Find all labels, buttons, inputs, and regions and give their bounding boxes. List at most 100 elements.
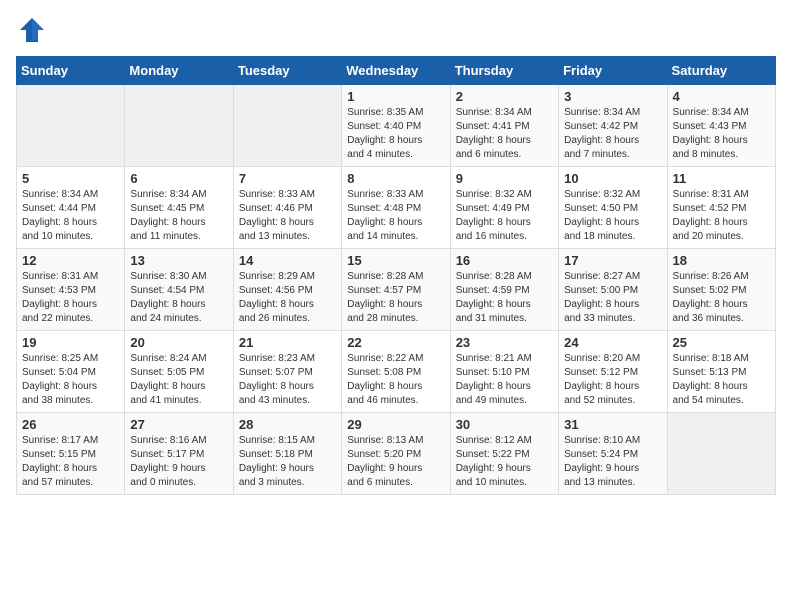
day-info: Sunrise: 8:23 AM Sunset: 5:07 PM Dayligh…: [239, 352, 336, 408]
day-number: 10: [564, 171, 661, 186]
calendar-cell: 3 Sunrise: 8:34 AM Sunset: 4:42 PM Daylig…: [559, 85, 667, 167]
calendar-cell: [667, 413, 775, 495]
calendar-cell: 15 Sunrise: 8:28 AM Sunset: 4:57 PM Dayli…: [342, 249, 450, 331]
calendar-cell: 25 Sunrise: 8:18 AM Sunset: 5:13 PM Dayli…: [667, 331, 775, 413]
day-number: 24: [564, 335, 661, 350]
logo: [16, 16, 46, 44]
calendar-cell: 18 Sunrise: 8:26 AM Sunset: 5:02 PM Dayli…: [667, 249, 775, 331]
calendar-cell: [17, 85, 125, 167]
day-number: 7: [239, 171, 336, 186]
day-info: Sunrise: 8:35 AM Sunset: 4:40 PM Dayligh…: [347, 106, 444, 162]
day-header-monday: Monday: [125, 57, 233, 85]
day-number: 19: [22, 335, 119, 350]
day-info: Sunrise: 8:33 AM Sunset: 4:46 PM Dayligh…: [239, 188, 336, 244]
calendar-cell: 23 Sunrise: 8:21 AM Sunset: 5:10 PM Dayli…: [450, 331, 558, 413]
day-info: Sunrise: 8:16 AM Sunset: 5:17 PM Dayligh…: [130, 434, 227, 490]
day-number: 9: [456, 171, 553, 186]
day-info: Sunrise: 8:21 AM Sunset: 5:10 PM Dayligh…: [456, 352, 553, 408]
day-number: 25: [673, 335, 770, 350]
day-info: Sunrise: 8:34 AM Sunset: 4:44 PM Dayligh…: [22, 188, 119, 244]
day-number: 26: [22, 417, 119, 432]
calendar-cell: 17 Sunrise: 8:27 AM Sunset: 5:00 PM Dayli…: [559, 249, 667, 331]
calendar-week-row: 5 Sunrise: 8:34 AM Sunset: 4:44 PM Daylig…: [17, 167, 776, 249]
calendar-cell: 10Sunrise: 8:32 AM Sunset: 4:50 PM Dayli…: [559, 167, 667, 249]
day-number: 14: [239, 253, 336, 268]
day-info: Sunrise: 8:31 AM Sunset: 4:52 PM Dayligh…: [673, 188, 770, 244]
day-number: 28: [239, 417, 336, 432]
day-info: Sunrise: 8:25 AM Sunset: 5:04 PM Dayligh…: [22, 352, 119, 408]
day-number: 23: [456, 335, 553, 350]
page-header: [16, 16, 776, 44]
day-header-friday: Friday: [559, 57, 667, 85]
calendar-cell: 24Sunrise: 8:20 AM Sunset: 5:12 PM Dayli…: [559, 331, 667, 413]
day-number: 2: [456, 89, 553, 104]
calendar-cell: 31 Sunrise: 8:10 AM Sunset: 5:24 PM Dayli…: [559, 413, 667, 495]
calendar-week-row: 19 Sunrise: 8:25 AM Sunset: 5:04 PM Dayli…: [17, 331, 776, 413]
day-info: Sunrise: 8:22 AM Sunset: 5:08 PM Dayligh…: [347, 352, 444, 408]
day-number: 18: [673, 253, 770, 268]
calendar-cell: 12Sunrise: 8:31 AM Sunset: 4:53 PM Dayli…: [17, 249, 125, 331]
day-number: 11: [673, 171, 770, 186]
day-info: Sunrise: 8:34 AM Sunset: 4:42 PM Dayligh…: [564, 106, 661, 162]
day-info: Sunrise: 8:13 AM Sunset: 5:20 PM Dayligh…: [347, 434, 444, 490]
day-info: Sunrise: 8:12 AM Sunset: 5:22 PM Dayligh…: [456, 434, 553, 490]
calendar-cell: 26 Sunrise: 8:17 AM Sunset: 5:15 PM Dayli…: [17, 413, 125, 495]
day-number: 27: [130, 417, 227, 432]
calendar-cell: 1 Sunrise: 8:35 AM Sunset: 4:40 PM Daylig…: [342, 85, 450, 167]
day-number: 6: [130, 171, 227, 186]
day-number: 20: [130, 335, 227, 350]
calendar-cell: 16Sunrise: 8:28 AM Sunset: 4:59 PM Dayli…: [450, 249, 558, 331]
calendar-cell: 20 Sunrise: 8:24 AM Sunset: 5:05 PM Dayli…: [125, 331, 233, 413]
day-info: Sunrise: 8:26 AM Sunset: 5:02 PM Dayligh…: [673, 270, 770, 326]
logo-general: [16, 16, 46, 44]
day-number: 22: [347, 335, 444, 350]
calendar-cell: 11 Sunrise: 8:31 AM Sunset: 4:52 PM Dayli…: [667, 167, 775, 249]
day-number: 8: [347, 171, 444, 186]
day-info: Sunrise: 8:33 AM Sunset: 4:48 PM Dayligh…: [347, 188, 444, 244]
calendar-cell: 29Sunrise: 8:13 AM Sunset: 5:20 PM Dayli…: [342, 413, 450, 495]
day-info: Sunrise: 8:27 AM Sunset: 5:00 PM Dayligh…: [564, 270, 661, 326]
day-number: 5: [22, 171, 119, 186]
day-info: Sunrise: 8:28 AM Sunset: 4:57 PM Dayligh…: [347, 270, 444, 326]
day-number: 31: [564, 417, 661, 432]
day-info: Sunrise: 8:15 AM Sunset: 5:18 PM Dayligh…: [239, 434, 336, 490]
calendar-cell: 27 Sunrise: 8:16 AM Sunset: 5:17 PM Dayli…: [125, 413, 233, 495]
calendar-cell: 9 Sunrise: 8:32 AM Sunset: 4:49 PM Daylig…: [450, 167, 558, 249]
calendar-cell: 28 Sunrise: 8:15 AM Sunset: 5:18 PM Dayli…: [233, 413, 341, 495]
day-number: 30: [456, 417, 553, 432]
calendar-cell: 8 Sunrise: 8:33 AM Sunset: 4:48 PM Daylig…: [342, 167, 450, 249]
calendar-week-row: 12Sunrise: 8:31 AM Sunset: 4:53 PM Dayli…: [17, 249, 776, 331]
day-info: Sunrise: 8:30 AM Sunset: 4:54 PM Dayligh…: [130, 270, 227, 326]
day-number: 16: [456, 253, 553, 268]
day-number: 4: [673, 89, 770, 104]
day-info: Sunrise: 8:31 AM Sunset: 4:53 PM Dayligh…: [22, 270, 119, 326]
day-number: 17: [564, 253, 661, 268]
day-info: Sunrise: 8:10 AM Sunset: 5:24 PM Dayligh…: [564, 434, 661, 490]
calendar-table: SundayMondayTuesdayWednesdayThursdayFrid…: [16, 56, 776, 495]
day-number: 1: [347, 89, 444, 104]
calendar-cell: 30 Sunrise: 8:12 AM Sunset: 5:22 PM Dayli…: [450, 413, 558, 495]
day-info: Sunrise: 8:18 AM Sunset: 5:13 PM Dayligh…: [673, 352, 770, 408]
calendar-cell: 21 Sunrise: 8:23 AM Sunset: 5:07 PM Dayli…: [233, 331, 341, 413]
calendar-cell: 7 Sunrise: 8:33 AM Sunset: 4:46 PM Daylig…: [233, 167, 341, 249]
day-number: 13: [130, 253, 227, 268]
calendar-cell: 22 Sunrise: 8:22 AM Sunset: 5:08 PM Dayli…: [342, 331, 450, 413]
day-info: Sunrise: 8:29 AM Sunset: 4:56 PM Dayligh…: [239, 270, 336, 326]
day-info: Sunrise: 8:17 AM Sunset: 5:15 PM Dayligh…: [22, 434, 119, 490]
day-number: 3: [564, 89, 661, 104]
day-header-tuesday: Tuesday: [233, 57, 341, 85]
calendar-week-row: 26 Sunrise: 8:17 AM Sunset: 5:15 PM Dayli…: [17, 413, 776, 495]
day-info: Sunrise: 8:34 AM Sunset: 4:41 PM Dayligh…: [456, 106, 553, 162]
day-info: Sunrise: 8:32 AM Sunset: 4:49 PM Dayligh…: [456, 188, 553, 244]
calendar-cell: 5 Sunrise: 8:34 AM Sunset: 4:44 PM Daylig…: [17, 167, 125, 249]
day-number: 21: [239, 335, 336, 350]
day-info: Sunrise: 8:24 AM Sunset: 5:05 PM Dayligh…: [130, 352, 227, 408]
day-header-thursday: Thursday: [450, 57, 558, 85]
day-number: 15: [347, 253, 444, 268]
day-header-wednesday: Wednesday: [342, 57, 450, 85]
calendar-cell: 13 Sunrise: 8:30 AM Sunset: 4:54 PM Dayli…: [125, 249, 233, 331]
calendar-cell: 19 Sunrise: 8:25 AM Sunset: 5:04 PM Dayli…: [17, 331, 125, 413]
day-info: Sunrise: 8:34 AM Sunset: 4:45 PM Dayligh…: [130, 188, 227, 244]
calendar-cell: [125, 85, 233, 167]
calendar-cell: 2 Sunrise: 8:34 AM Sunset: 4:41 PM Daylig…: [450, 85, 558, 167]
